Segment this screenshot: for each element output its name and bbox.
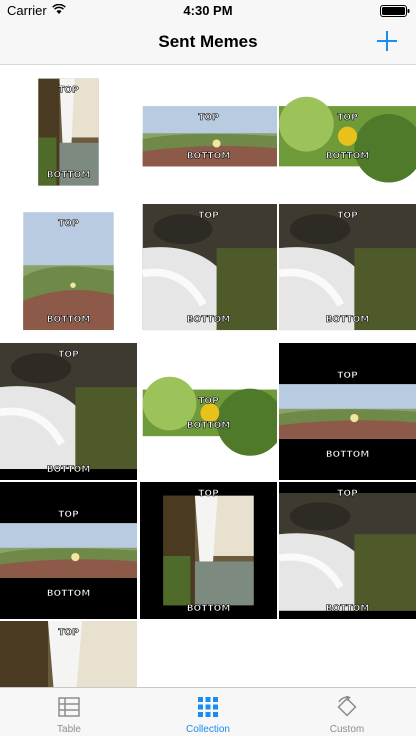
- meme-top-text: TOP: [337, 489, 358, 499]
- meme-top-text: TOP: [198, 397, 219, 407]
- meme-image: TOP BOTTOM: [0, 65, 137, 202]
- meme-image: TOP BOTTOM: [140, 482, 277, 619]
- meme-top-text: TOP: [58, 219, 79, 229]
- status-bar: Carrier 4:30 PM: [0, 0, 416, 22]
- tab-bar: Table Collection Custom: [0, 687, 416, 736]
- meme-top-text: TOP: [198, 113, 219, 123]
- meme-bottom-text: BOTTOM: [47, 315, 91, 325]
- meme-top-text: TOP: [337, 113, 358, 123]
- meme-top-text: TOP: [58, 350, 79, 360]
- meme-cell[interactable]: TOP BOTTOM: [140, 482, 277, 619]
- tab-custom[interactable]: Custom: [278, 688, 416, 736]
- meme-top-text: TOP: [58, 628, 79, 638]
- plus-icon[interactable]: [374, 28, 400, 54]
- meme-bottom-text: BOTTOM: [187, 315, 231, 325]
- meme-bottom-text: BOTTOM: [326, 151, 370, 161]
- meme-bottom-text: BOTTOM: [187, 421, 231, 431]
- meme-image: TOP BOTTOM: [279, 65, 416, 202]
- meme-bottom-text: BOTTOM: [326, 315, 370, 325]
- clock: 4:30 PM: [183, 3, 233, 18]
- meme-image: TOP BOTTOM: [0, 621, 137, 687]
- tab-table[interactable]: Table: [0, 688, 138, 736]
- meme-image: TOP BOTTOM: [140, 343, 277, 480]
- tab-collection[interactable]: Collection: [139, 688, 277, 736]
- meme-cell[interactable]: TOP BOTTOM: [140, 204, 277, 341]
- meme-cell[interactable]: TOP BOTTOM: [0, 482, 137, 619]
- meme-collection[interactable]: TOP BOTTOM TOP BOTTOM TOP BOTTOM TOP BOT…: [0, 65, 416, 687]
- tab-label: Collection: [186, 724, 230, 735]
- meme-cell[interactable]: TOP BOTTOM: [279, 204, 416, 341]
- meme-top-text: TOP: [198, 211, 219, 221]
- meme-cell[interactable]: TOP BOTTOM: [279, 343, 416, 480]
- meme-bottom-text: BOTTOM: [187, 604, 231, 614]
- meme-image: TOP BOTTOM: [140, 204, 277, 341]
- meme-image: TOP BOTTOM: [0, 343, 137, 480]
- tab-label: Table: [57, 724, 81, 735]
- meme-image: TOP BOTTOM: [279, 482, 416, 619]
- rotate-icon: [337, 696, 357, 717]
- meme-bottom-text: BOTTOM: [47, 589, 91, 599]
- meme-top-text: TOP: [58, 86, 79, 96]
- meme-cell[interactable]: TOP BOTTOM: [279, 65, 416, 202]
- meme-cell[interactable]: TOP BOTTOM: [0, 621, 137, 687]
- meme-bottom-text: BOTTOM: [47, 465, 91, 475]
- page-title: Sent Memes: [158, 32, 258, 51]
- meme-top-text: TOP: [198, 489, 219, 499]
- meme-bottom-text: BOTTOM: [187, 151, 231, 161]
- meme-top-text: TOP: [337, 371, 358, 381]
- meme-image: TOP BOTTOM: [0, 204, 137, 341]
- meme-bottom-text: BOTTOM: [326, 450, 370, 460]
- meme-bottom-text: BOTTOM: [326, 604, 370, 614]
- meme-top-text: TOP: [337, 211, 358, 221]
- meme-cell[interactable]: TOP BOTTOM: [0, 65, 137, 202]
- meme-image: TOP BOTTOM: [279, 343, 416, 480]
- meme-image: TOP BOTTOM: [0, 482, 137, 619]
- list-icon: [58, 697, 80, 717]
- meme-cell[interactable]: TOP BOTTOM: [279, 482, 416, 619]
- meme-image: TOP BOTTOM: [140, 65, 277, 202]
- meme-cell[interactable]: TOP BOTTOM: [140, 343, 277, 480]
- meme-bottom-text: BOTTOM: [47, 171, 91, 181]
- meme-image: TOP BOTTOM: [279, 204, 416, 341]
- grid-icon: [198, 697, 218, 717]
- meme-top-text: TOP: [58, 510, 79, 520]
- navigation-bar: Sent Memes: [0, 22, 416, 65]
- tab-label: Custom: [329, 724, 365, 735]
- meme-cell[interactable]: TOP BOTTOM: [140, 65, 277, 202]
- battery-icon: [380, 5, 410, 17]
- meme-cell[interactable]: TOP BOTTOM: [0, 204, 137, 341]
- meme-cell[interactable]: TOP BOTTOM: [0, 343, 137, 480]
